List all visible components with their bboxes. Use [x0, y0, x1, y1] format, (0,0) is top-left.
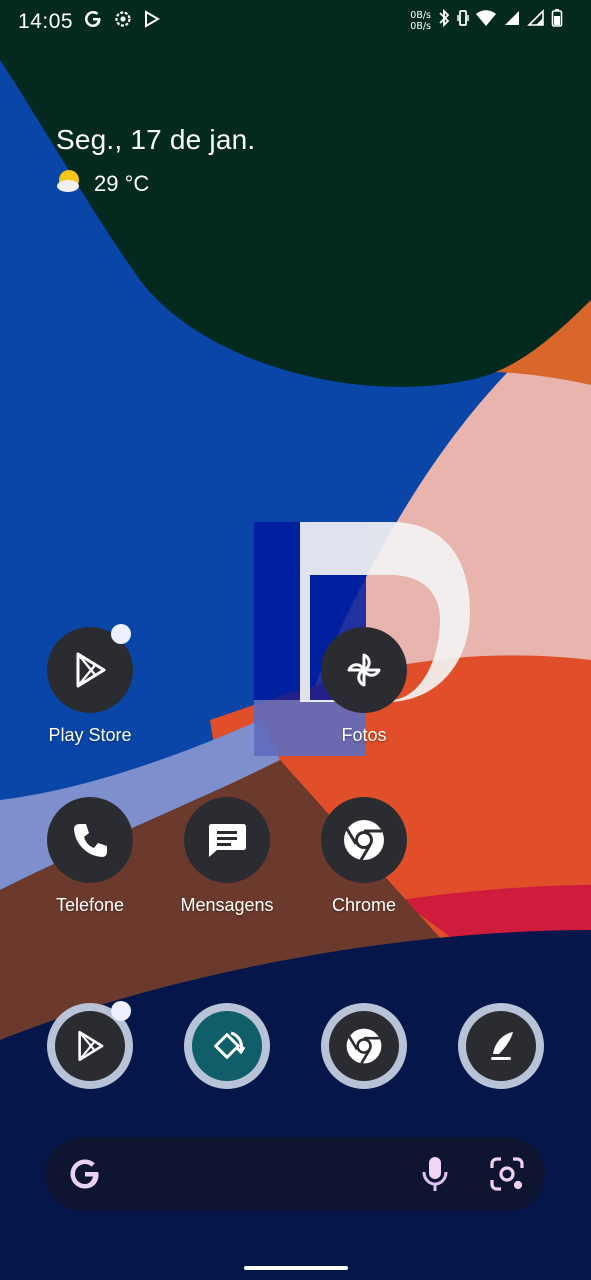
- play-store-icon: [55, 1011, 125, 1081]
- pinwheel-icon[interactable]: [321, 627, 407, 713]
- app-telefone[interactable]: Telefone: [20, 797, 160, 916]
- gesture-nav-handle[interactable]: [244, 1266, 348, 1270]
- google-search-bar[interactable]: [45, 1137, 545, 1211]
- vibrate-icon: [457, 8, 469, 33]
- play-store-app-icon[interactable]: [47, 624, 133, 713]
- app-fotos[interactable]: Fotos: [294, 627, 434, 746]
- chrome-icon: [329, 1011, 399, 1081]
- net-down-text: 0B/s: [410, 20, 431, 32]
- weather-row[interactable]: 29 °C: [56, 168, 255, 199]
- message-icon[interactable]: [184, 797, 270, 883]
- feather-pen-icon: [466, 1011, 536, 1081]
- app-label: Telefone: [55, 895, 125, 915]
- app-label: Play Store: [48, 725, 132, 745]
- notification-dot: [111, 1001, 131, 1021]
- status-time: 14:05: [18, 9, 74, 33]
- dock-chrome[interactable]: [321, 1003, 407, 1089]
- bluetooth-icon: [437, 8, 451, 33]
- app-label: Mensagens: [180, 895, 274, 915]
- play-store-small-icon: [143, 10, 161, 33]
- phone-icon[interactable]: [47, 797, 133, 883]
- app-label: Fotos: [341, 725, 387, 745]
- date-text[interactable]: Seg., 17 de jan.: [56, 124, 255, 156]
- dock-play-store[interactable]: [47, 1001, 133, 1089]
- rotate-icon: [192, 1011, 262, 1081]
- lens-icon[interactable]: [489, 1156, 525, 1197]
- mic-icon[interactable]: [420, 1155, 450, 1198]
- signal-icon: [527, 9, 545, 32]
- dock-rotate-app[interactable]: [184, 1003, 270, 1089]
- status-bar: 14:05 0B/s 0B/s: [0, 0, 591, 44]
- chrome-icon[interactable]: [321, 797, 407, 883]
- wifi-icon: [475, 9, 497, 32]
- settings-gear-icon: [113, 9, 133, 34]
- signal-icon: [503, 9, 521, 32]
- app-label: Chrome: [331, 895, 397, 915]
- at-a-glance-widget[interactable]: Seg., 17 de jan. 29 °C: [56, 124, 255, 199]
- app-chrome[interactable]: Chrome: [294, 797, 434, 916]
- dock-pen-app[interactable]: [458, 1003, 544, 1089]
- temperature-text: 29 °C: [94, 170, 150, 196]
- notification-dot: [111, 624, 131, 644]
- battery-icon: [551, 8, 563, 33]
- network-speed: 0B/s 0B/s: [410, 10, 431, 32]
- google-g-icon: [83, 9, 103, 34]
- app-mensagens[interactable]: Mensagens: [157, 797, 297, 916]
- app-play-store[interactable]: Play Store: [20, 624, 160, 746]
- partly-sunny-icon: [56, 168, 84, 199]
- google-g-icon[interactable]: [67, 1156, 103, 1197]
- net-up-text: 0B/s: [410, 9, 431, 21]
